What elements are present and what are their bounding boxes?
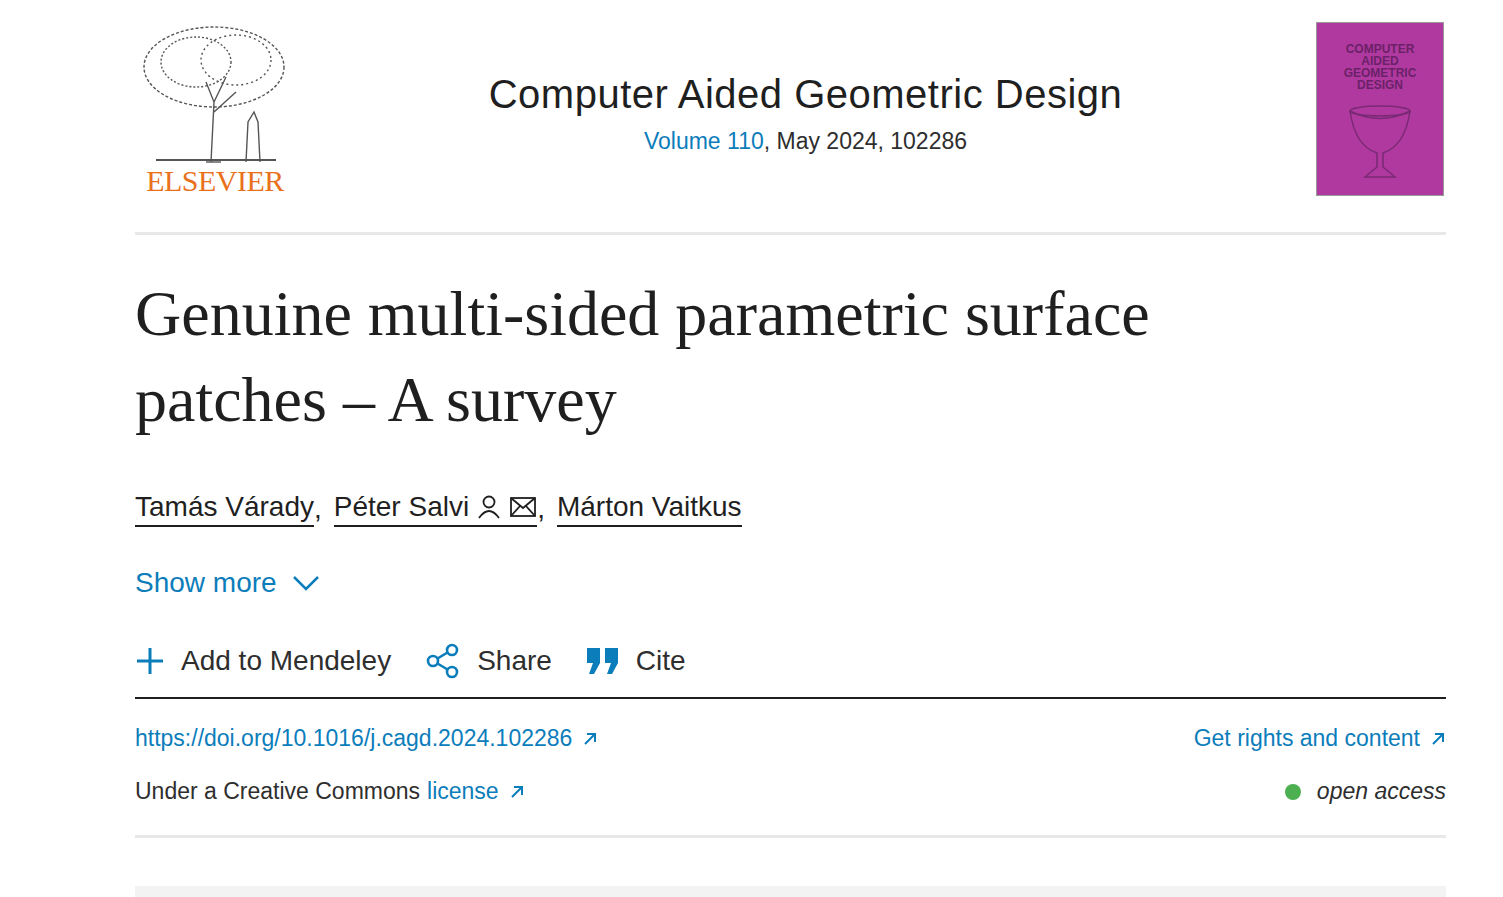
action-button[interactable]: Cite [586, 643, 686, 679]
author-separator: , [314, 493, 322, 525]
quote-icon [586, 647, 620, 675]
status-dot [1285, 784, 1301, 800]
cover-text: COMPUTER AIDED GEOMETRIC DESIGN [1338, 43, 1422, 91]
doi-row: https://doi.org/10.1016/j.cagd.2024.1022… [135, 725, 1446, 752]
issue-line: Volume 110, May 2024, 102286 [644, 128, 967, 155]
volume-link[interactable]: Volume 110 [644, 128, 764, 154]
action-button[interactable]: Add to Mendeley [135, 643, 391, 679]
license-link[interactable]: license [427, 778, 525, 805]
external-arrow-icon [582, 731, 598, 747]
action-bar: Add to Mendeley Share Cite [135, 643, 1446, 697]
article-page: ELSEVIER Computer Aided Geometric Design V… [0, 0, 1446, 897]
doi-link[interactable]: https://doi.org/10.1016/j.cagd.2024.1022… [135, 725, 598, 752]
header-divider [135, 232, 1446, 235]
article-title: Genuine multi-sided parametric surface p… [135, 271, 1335, 443]
elsevier-logo[interactable]: ELSEVIER [135, 22, 295, 198]
author-separator: , [537, 493, 545, 525]
mail-icon [509, 496, 537, 518]
author-list: Tamás Várady,Péter Salvi,Márton Vaitkus [135, 491, 1446, 527]
external-arrow-icon [509, 784, 525, 800]
author-link[interactable]: Márton Vaitkus [557, 491, 742, 527]
license-text: Under a Creative Commonslicense [135, 778, 525, 805]
abstract-panel [135, 886, 1446, 897]
external-arrow-icon [1430, 731, 1446, 747]
vase-icon [1345, 101, 1415, 181]
license-row: Under a Creative Commonslicense open acce… [135, 778, 1446, 805]
actions-divider [135, 697, 1446, 699]
plus-icon [135, 646, 165, 676]
person-icon [477, 494, 501, 520]
show-more-button[interactable]: Show more [135, 567, 321, 599]
rights-link[interactable]: Get rights and content [1194, 725, 1446, 752]
author-link[interactable]: Tamás Várady [135, 491, 314, 527]
meta-divider [135, 835, 1446, 838]
tree-icon [136, 22, 294, 164]
journal-cover[interactable]: COMPUTER AIDED GEOMETRIC DESIGN [1316, 22, 1444, 196]
author-link[interactable]: Péter Salvi [334, 491, 537, 527]
journal-header: ELSEVIER Computer Aided Geometric Design V… [135, 0, 1446, 202]
share-icon [425, 643, 461, 679]
access-badge: open access [1285, 778, 1446, 805]
journal-title[interactable]: Computer Aided Geometric Design [489, 70, 1123, 118]
logo-text: ELSEVIER [146, 164, 284, 198]
journal-info: Computer Aided Geometric Design Volume 11… [295, 22, 1316, 155]
chevron-down-icon [291, 573, 321, 593]
action-button[interactable]: Share [425, 643, 552, 679]
